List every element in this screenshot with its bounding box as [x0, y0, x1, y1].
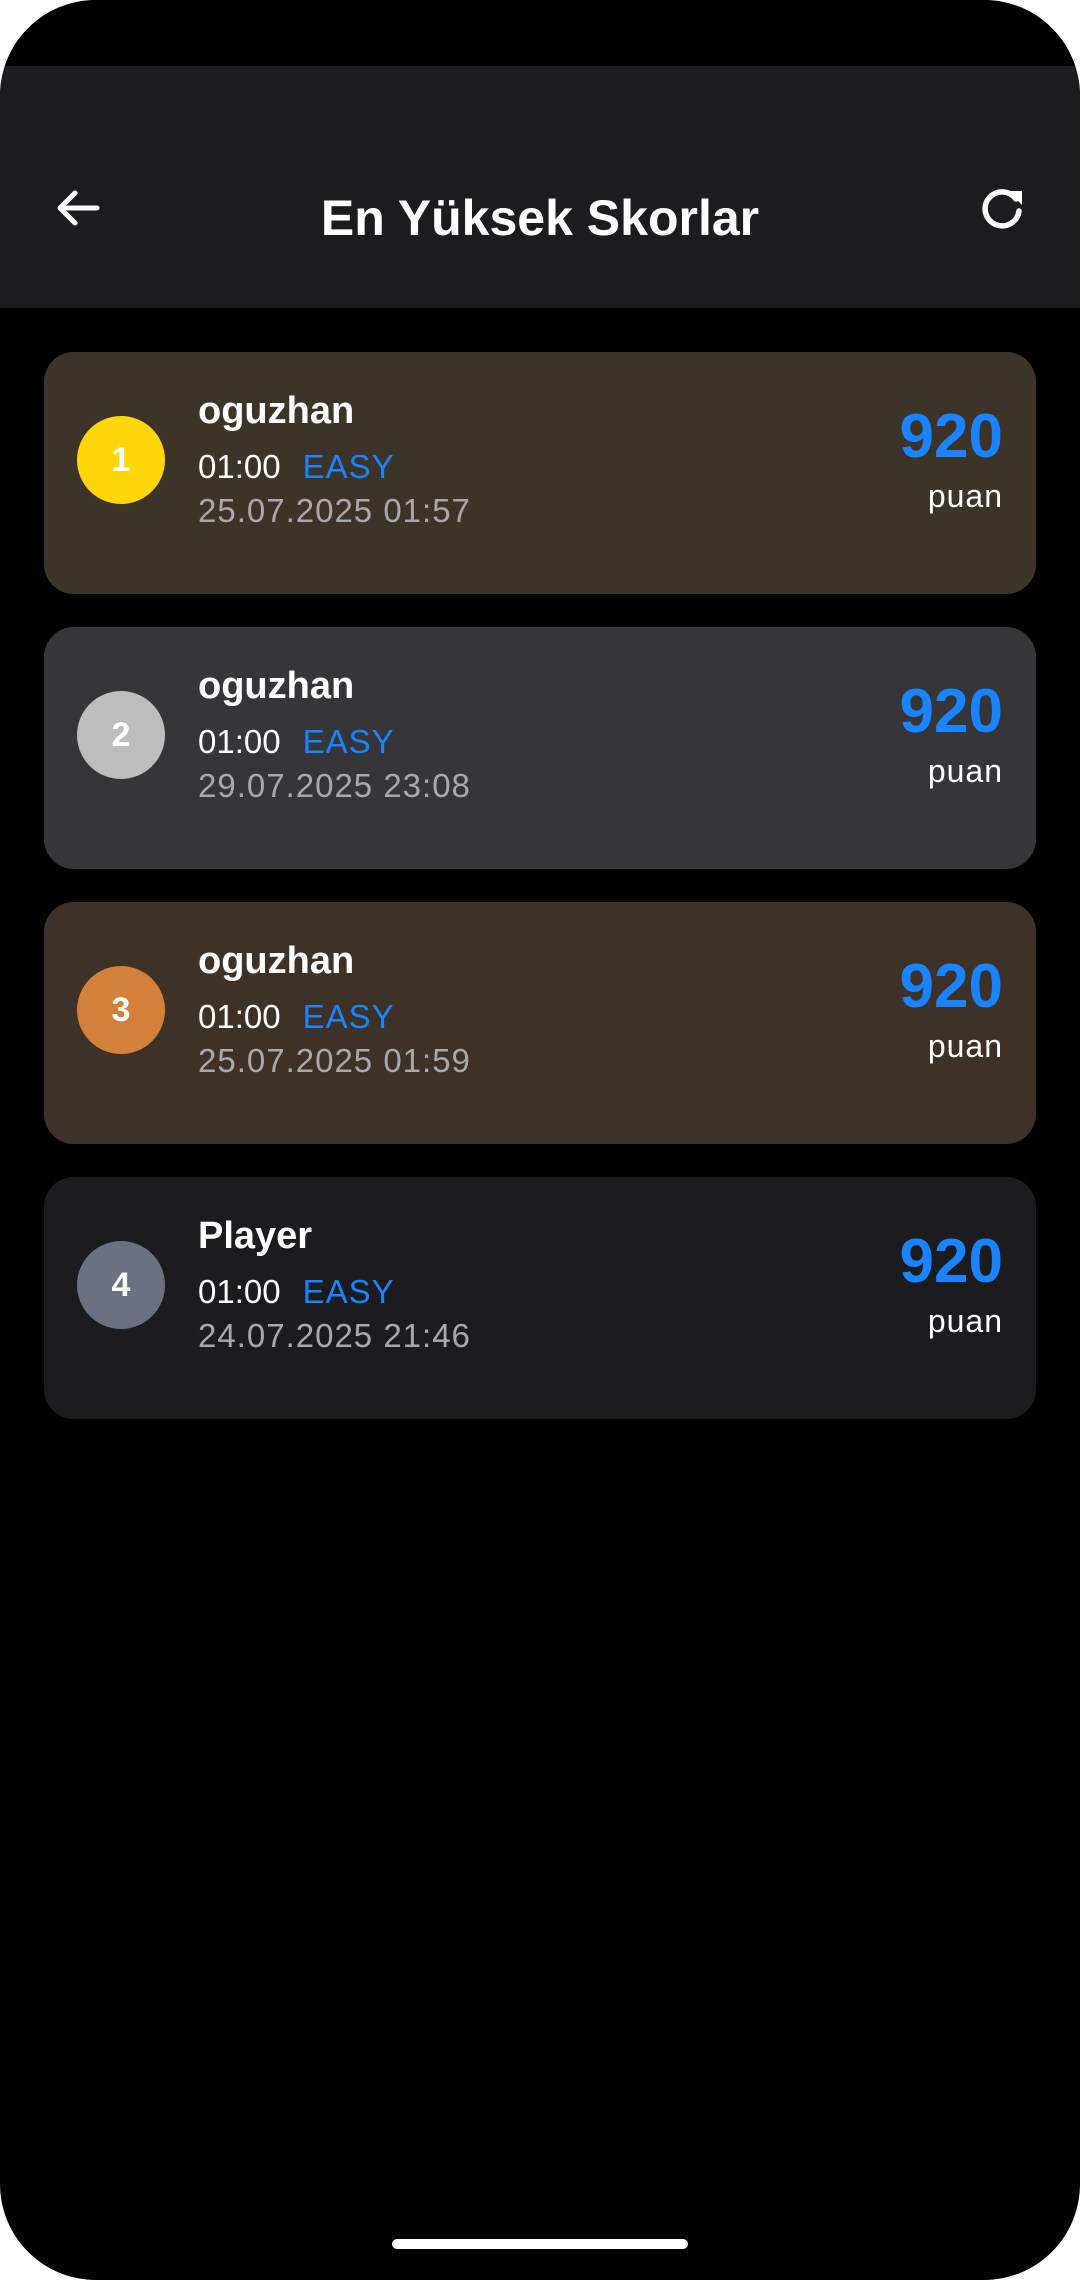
- phone-screen: En Yüksek Skorlar 1 oguzhan 01:00 EASY 25…: [0, 0, 1080, 2280]
- score-date: 29.07.2025 23:08: [198, 767, 471, 804]
- game-duration: 01:00: [198, 1273, 281, 1310]
- score-unit: puan: [927, 478, 1003, 514]
- player-name: Player: [198, 1215, 313, 1257]
- score-date: 25.07.2025 01:59: [198, 1042, 471, 1079]
- arrow-left-icon: [53, 183, 103, 238]
- difficulty-label: EASY: [302, 448, 395, 485]
- rank-badge: 1: [77, 416, 165, 504]
- refresh-icon: [977, 183, 1027, 238]
- refresh-button[interactable]: [968, 176, 1036, 244]
- score-unit: puan: [927, 1303, 1003, 1339]
- player-name: oguzhan: [198, 390, 355, 432]
- rank-badge: 3: [77, 966, 165, 1054]
- score-value: 920: [899, 402, 1003, 471]
- difficulty-label: EASY: [302, 723, 395, 760]
- game-duration: 01:00: [198, 998, 281, 1035]
- score-list: 1 oguzhan 01:00 EASY 25.07.2025 01:57 920…: [44, 352, 1036, 1452]
- player-name: oguzhan: [198, 665, 355, 707]
- score-meta: 01:00 EASY: [198, 1271, 395, 1313]
- rank-badge: 2: [77, 691, 165, 779]
- score-unit: puan: [927, 1028, 1003, 1064]
- game-duration: 01:00: [198, 723, 281, 760]
- score-value: 920: [899, 1227, 1003, 1296]
- score-date: 24.07.2025 21:46: [198, 1317, 471, 1354]
- rank-badge: 4: [77, 1241, 165, 1329]
- difficulty-label: EASY: [302, 998, 395, 1035]
- score-meta: 01:00 EASY: [198, 996, 395, 1038]
- score-card[interactable]: 4 Player 01:00 EASY 24.07.2025 21:46 920 …: [44, 1177, 1036, 1419]
- difficulty-label: EASY: [302, 1273, 395, 1310]
- back-button[interactable]: [44, 176, 112, 244]
- score-value: 920: [899, 677, 1003, 746]
- score-value: 920: [899, 952, 1003, 1021]
- page-title: En Yüksek Skorlar: [320, 190, 760, 246]
- home-indicator[interactable]: [392, 2239, 688, 2249]
- game-duration: 01:00: [198, 448, 281, 485]
- score-unit: puan: [927, 753, 1003, 789]
- score-card[interactable]: 1 oguzhan 01:00 EASY 25.07.2025 01:57 920…: [44, 352, 1036, 594]
- score-date: 25.07.2025 01:57: [198, 492, 471, 529]
- score-meta: 01:00 EASY: [198, 446, 395, 488]
- score-card[interactable]: 3 oguzhan 01:00 EASY 25.07.2025 01:59 920…: [44, 902, 1036, 1144]
- status-bar: [0, 0, 1080, 66]
- score-meta: 01:00 EASY: [198, 721, 395, 763]
- player-name: oguzhan: [198, 940, 355, 982]
- score-card[interactable]: 2 oguzhan 01:00 EASY 29.07.2025 23:08 920…: [44, 627, 1036, 869]
